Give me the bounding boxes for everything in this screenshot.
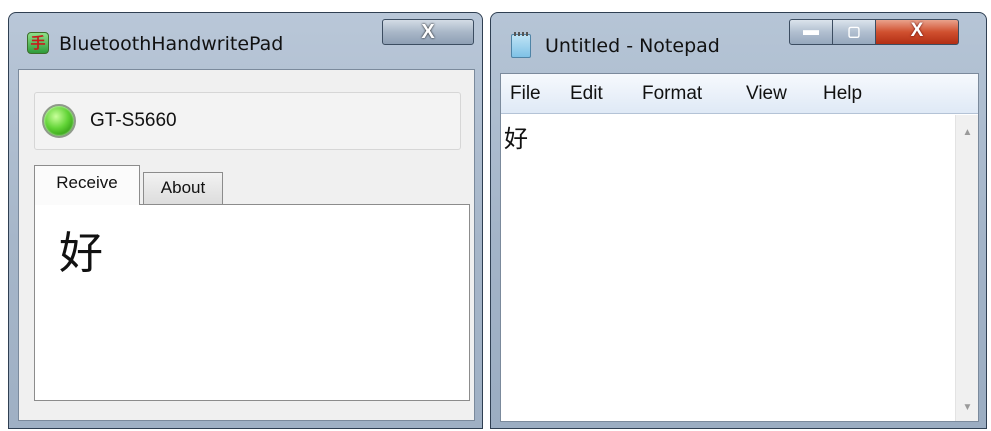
connection-status-led-icon: [42, 104, 76, 138]
maximize-button[interactable]: ▢: [832, 19, 876, 45]
menu-file[interactable]: File: [510, 83, 541, 105]
left-title-bar[interactable]: 手 BluetoothHandwritePad X: [9, 13, 482, 69]
notepad-window: Untitled - Notepad ▬ ▢ X File Edit Forma…: [490, 12, 987, 429]
notepad-window-title: Untitled - Notepad: [545, 35, 720, 57]
menu-help[interactable]: Help: [823, 83, 862, 105]
received-character: 好: [59, 228, 103, 279]
menu-format[interactable]: Format: [642, 83, 702, 105]
scroll-up-arrow-icon[interactable]: ▲: [956, 121, 979, 144]
vertical-scrollbar[interactable]: ▲ ▼: [955, 115, 978, 421]
notepad-close-button[interactable]: X: [875, 19, 959, 45]
minimize-button[interactable]: ▬: [789, 19, 833, 45]
menu-edit[interactable]: Edit: [570, 83, 603, 105]
notepad-client-area: File Edit Format View Help 好 ▲ ▼: [500, 73, 979, 422]
device-name-label: GT-S5660: [90, 110, 177, 131]
editor-content: 好: [504, 125, 528, 153]
tab-receive[interactable]: Receive: [34, 165, 140, 205]
left-client-area: GT-S5660 Receive About 好: [18, 69, 475, 421]
menu-bar: File Edit Format View Help: [501, 74, 978, 114]
receive-tab-page: 好: [34, 204, 470, 401]
scroll-down-arrow-icon[interactable]: ▼: [956, 396, 979, 419]
bluetooth-handwrite-pad-window: 手 BluetoothHandwritePad X GT-S5660 Recei…: [8, 12, 483, 429]
left-window-title: BluetoothHandwritePad: [59, 33, 284, 55]
notepad-text-area[interactable]: 好: [501, 115, 955, 421]
tab-about[interactable]: About: [143, 172, 223, 205]
device-status-panel: GT-S5660: [34, 92, 461, 150]
notepad-icon: [511, 32, 531, 58]
app-hand-icon: 手: [27, 32, 49, 54]
left-close-button[interactable]: X: [382, 19, 474, 45]
menu-view[interactable]: View: [746, 83, 787, 105]
